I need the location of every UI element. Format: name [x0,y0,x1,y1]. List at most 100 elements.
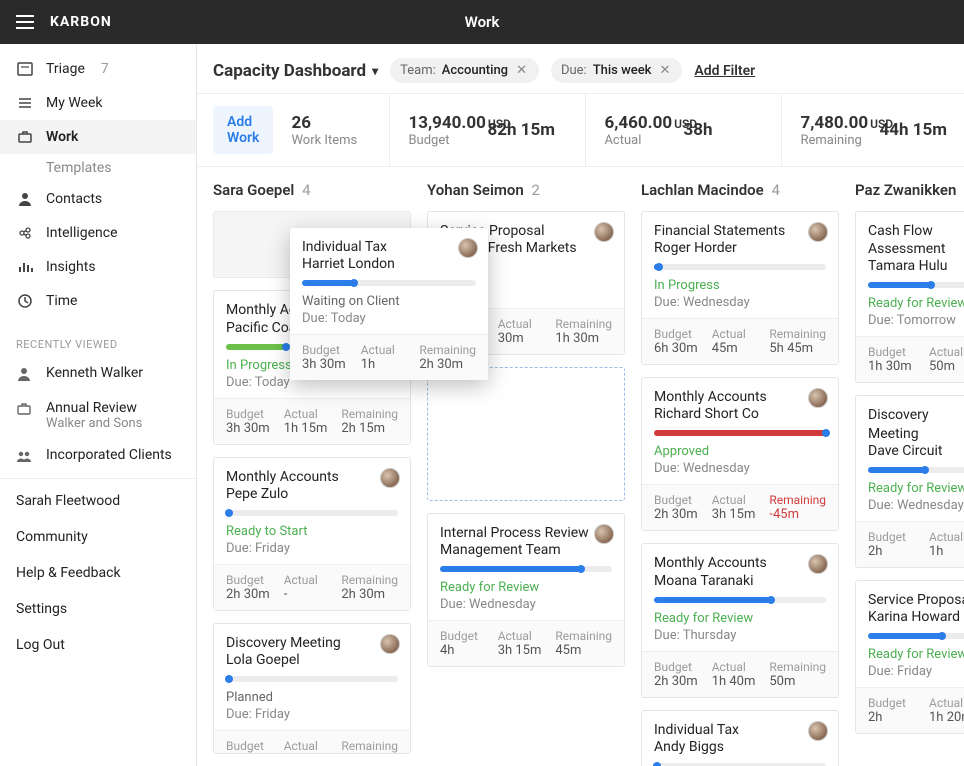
column-name: Lachlan Macindoe [641,181,764,199]
recent-item-work[interactable]: Annual Review Walker and Sons [0,392,196,439]
sidebar-item-templates[interactable]: Templates [0,154,196,182]
card-due: Due: Wednesday [868,498,964,513]
filter-pill-team[interactable]: Team: Accounting ✕ [390,58,539,83]
chevron-down-icon: ▾ [372,64,378,78]
summary-budget-amount: 13,940.00USD [408,113,459,133]
metric-value: 5h 45m [769,341,826,356]
metric-label: Actual [284,573,334,587]
metric-label: Budget [226,739,276,753]
column-header: Lachlan Macindoe 4 [641,181,839,199]
sidebar-item-myweek[interactable]: My Week [0,86,196,120]
summary-remaining-time: 44h 15m [879,120,949,140]
sidebar-link-community[interactable]: Community [0,519,196,555]
metric-label: Budget [868,345,921,359]
card-client: Pepe Zulo [226,486,398,502]
card-metrics: Budget2hActual1h 20m [856,687,964,733]
sidebar-item-label: Contacts [46,191,102,207]
contacts-icon [16,190,34,208]
work-card[interactable]: Monthly AccountsPepe ZuloReady to StartD… [213,457,411,611]
add-work-button[interactable]: Add Work [213,106,273,154]
card-client: Andy Biggs [654,739,826,755]
close-icon[interactable]: ✕ [514,63,529,78]
filter-pill-due[interactable]: Due: This week ✕ [551,58,682,83]
metric-value: 50m [929,359,964,374]
card-status: Planned [226,690,398,705]
work-card[interactable]: Monthly AccountsMoana TaranakiReady for … [641,543,839,697]
card-client: Management Team [440,542,612,558]
column-header: Sara Goepel 4 [213,181,411,199]
metric-label: Actual [498,317,548,331]
card-due: Due: Today [302,311,476,326]
summary-bar: Add Work 26 Work Items 13,940.00USD Budg… [197,93,964,167]
metric-label: Budget [654,327,704,341]
card-metrics: BudgetActualRemaining [214,730,410,753]
dragging-card[interactable]: Individual Tax Harriet London Waiting on… [290,228,488,380]
metric-value: 1h 20m [929,710,964,725]
page-title-dropdown[interactable]: Capacity Dashboard ▾ [213,61,378,81]
briefcase-icon [16,401,34,419]
metric-value: 1h 30m [868,359,921,374]
work-card[interactable]: Service ProposalKarina Howard Ready for R… [855,580,964,734]
recent-item-group[interactable]: Incorporated Clients [0,439,196,474]
card-title: Discovery Meeting [868,406,964,442]
work-card[interactable]: Individual TaxAndy BiggsOn HoldDue: Frid… [641,710,839,766]
metric-value: 30m [498,331,548,346]
sidebar-item-contacts[interactable]: Contacts [0,182,196,216]
work-card[interactable]: Discovery MeetingLola GoepelPlannedDue: … [213,623,411,754]
metric-value: 2h 15m [341,421,398,436]
sidebar-item-insights[interactable]: Insights [0,250,196,284]
metric-label: Remaining [769,327,826,341]
metric-value: 1h 15m [284,421,334,436]
card-title: Financial Statements [654,222,826,240]
work-card[interactable]: Internal Process ReviewManagement TeamRe… [427,513,625,667]
card-client: Karina Howard [868,609,964,625]
sidebar-item-triage[interactable]: Triage 7 [0,52,196,86]
summary-actual-time: 38h [683,120,753,140]
metric-label: Budget [440,629,490,643]
card-title: Service Proposal [868,591,964,609]
filter-prefix: Due: [561,63,587,78]
sidebar: Triage 7 My Week Work Templates [0,44,197,766]
main: Capacity Dashboard ▾ Team: Accounting ✕ … [197,44,964,766]
add-filter-link[interactable]: Add Filter [694,63,755,79]
sidebar-link-user[interactable]: Sarah Fleetwood [0,483,196,519]
card-status: Ready for Review [868,296,964,311]
card-metrics: Budget2h 30mActual3h 15mRemaining-45m [642,484,838,530]
recent-item-label: Kenneth Walker [46,365,143,381]
card-status: Ready for Review [868,647,964,662]
sidebar-heading-recent: RECENTLY VIEWED [0,326,196,357]
metric-label: Budget [654,493,704,507]
sidebar-link-settings[interactable]: Settings [0,591,196,627]
metric-value: 3h 30m [226,421,276,436]
card-metrics: Budget1h 30mActual50m [856,336,964,382]
metric-value: -45m [769,507,826,522]
metric-value: 3h 15m [712,507,762,522]
work-card[interactable]: Discovery MeetingDave CircuitReady for R… [855,395,964,567]
work-card[interactable]: Monthly AccountsRichard Short CoApproved… [641,377,839,531]
work-card[interactable]: Financial StatementsRoger Horder In Progr… [641,211,839,365]
sidebar-item-label: Work [46,129,78,145]
filter-value: This week [593,63,652,78]
card-status: In Progress [654,278,826,293]
sidebar-link-logout[interactable]: Log Out [0,627,196,663]
close-icon[interactable]: ✕ [657,63,672,78]
card-due: Due: Thursday [654,628,826,643]
sidebar-item-intelligence[interactable]: Intelligence [0,216,196,250]
menu-icon[interactable] [16,15,34,29]
board-column: Paz Zwanikken 3Cash Flow AssessmentTamar… [855,181,964,766]
metric-value: 2h 30m [419,357,476,372]
board-column: Lachlan Macindoe 4 Financial StatementsRo… [641,181,839,766]
sidebar-link-help[interactable]: Help & Feedback [0,555,196,591]
metric-value: 50m [769,674,826,689]
work-card[interactable]: Cash Flow AssessmentTamara HuluReady for… [855,211,964,383]
card-title: Individual Tax [654,721,826,739]
summary-remaining-label: Remaining [800,133,851,148]
sidebar-item-work[interactable]: Work [0,120,196,154]
card-metrics: Budget6h 30mActual45mRemaining5h 45m [642,318,838,364]
sidebar-item-time[interactable]: Time [0,284,196,318]
card-metrics: Budget2h 30mActual-Remaining2h 30m [214,564,410,610]
recent-item-person[interactable]: Kenneth Walker [0,357,196,392]
card-client: Roger Horder [654,240,826,256]
drop-zone[interactable] [427,367,625,501]
card-title: Monthly Accounts [226,468,398,486]
